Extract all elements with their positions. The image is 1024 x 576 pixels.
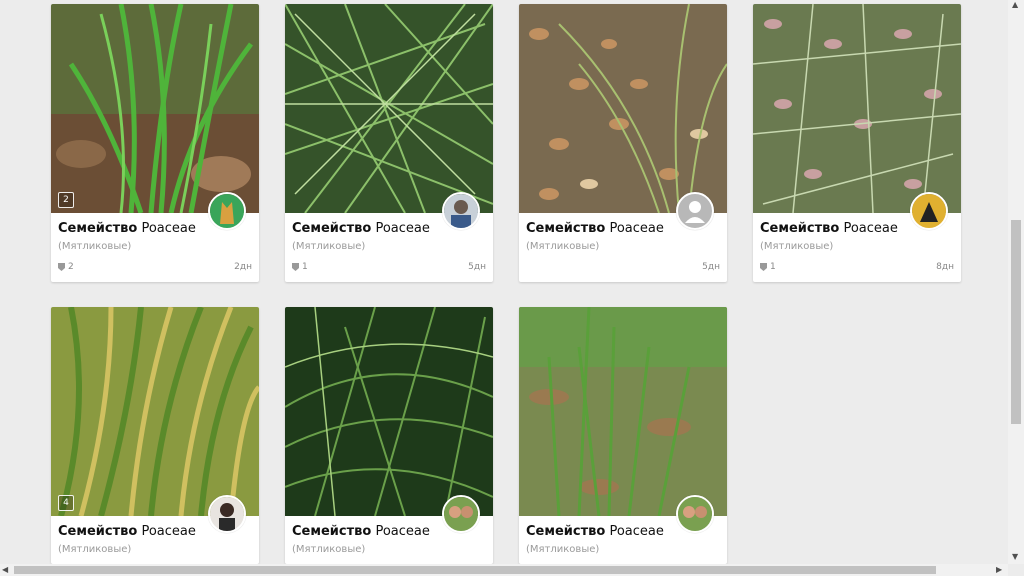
taxon-common-name: (Мятликовые): [58, 241, 132, 252]
shield-icon: [760, 263, 767, 271]
identifications-count: 1: [292, 262, 308, 272]
observation-card[interactable]: Семейство Poaceae (Мятликовые): [519, 307, 727, 564]
identifications-count: 1: [760, 262, 776, 272]
observation-time: 8дн: [936, 262, 954, 272]
scroll-right-arrow-icon[interactable]: ▶: [996, 565, 1002, 574]
taxon-title[interactable]: Семейство Poaceae: [760, 221, 898, 236]
observation-time: 5дн: [468, 262, 486, 272]
taxon-title[interactable]: Семейство Poaceae: [526, 221, 664, 236]
taxon-title[interactable]: Семейство Poaceae: [526, 524, 664, 539]
vertical-scrollbar-thumb[interactable]: [1011, 220, 1021, 424]
observation-card[interactable]: Семейство Poaceae (Мятликовые) 1 5дн: [285, 4, 493, 282]
default-user-icon[interactable]: [676, 192, 714, 230]
taxon-title[interactable]: Семейство Poaceae: [58, 524, 196, 539]
observation-time: 2дн: [234, 262, 252, 272]
taxon-common-name: (Мятликовые): [760, 241, 834, 252]
taxon-title[interactable]: Семейство Poaceae: [292, 221, 430, 236]
observation-photo[interactable]: [753, 4, 961, 213]
scroll-down-arrow-icon[interactable]: ▼: [1012, 552, 1018, 561]
observation-photo[interactable]: [51, 4, 259, 213]
user-avatar[interactable]: [208, 192, 246, 230]
taxon-common-name: (Мятликовые): [292, 241, 366, 252]
taxon-title[interactable]: Семейство Poaceae: [292, 524, 430, 539]
observation-time: 5дн: [702, 262, 720, 272]
scroll-up-arrow-icon[interactable]: ▲: [1012, 0, 1018, 9]
photo-count-badge: 2: [58, 192, 74, 208]
observation-photo[interactable]: [285, 307, 493, 516]
user-avatar[interactable]: [442, 192, 480, 230]
horizontal-scrollbar-thumb[interactable]: [14, 566, 936, 574]
taxon-common-name: (Мятликовые): [58, 544, 132, 555]
user-avatar[interactable]: [676, 495, 714, 533]
taxon-title[interactable]: Семейство Poaceae: [58, 221, 196, 236]
observation-card[interactable]: 2 Семейство Poaceae (Мятликовые) 2 2дн: [51, 4, 259, 282]
observation-card[interactable]: Семейство Poaceae (Мятликовые) 1 8дн: [753, 4, 961, 282]
observation-card[interactable]: 4 Семейство Poaceae (Мятликовые): [51, 307, 259, 564]
observation-photo[interactable]: [51, 307, 259, 516]
shield-icon: [292, 263, 299, 271]
shield-icon: [58, 263, 65, 271]
taxon-common-name: (Мятликовые): [292, 544, 366, 555]
observation-photo[interactable]: [519, 307, 727, 516]
observation-photo[interactable]: [285, 4, 493, 213]
user-avatar[interactable]: [208, 495, 246, 533]
taxon-common-name: (Мятликовые): [526, 544, 600, 555]
scroll-left-arrow-icon[interactable]: ◀: [2, 565, 8, 574]
user-avatar[interactable]: [442, 495, 480, 533]
user-avatar[interactable]: [910, 192, 948, 230]
taxon-common-name: (Мятликовые): [526, 241, 600, 252]
horizontal-scrollbar[interactable]: ◀ ▶: [0, 564, 1008, 576]
observation-card[interactable]: Семейство Poaceae (Мятликовые): [285, 307, 493, 564]
observation-card[interactable]: Семейство Poaceae (Мятликовые) 5дн: [519, 4, 727, 282]
observation-photo[interactable]: [519, 4, 727, 213]
photo-count-badge: 4: [58, 495, 74, 511]
vertical-scrollbar[interactable]: ▲ ▼: [1008, 0, 1024, 564]
identifications-count: 2: [58, 262, 74, 272]
